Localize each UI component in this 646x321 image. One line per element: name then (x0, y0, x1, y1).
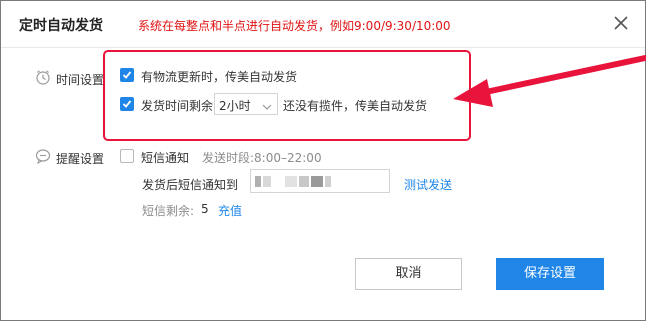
send-period-text: 发送时段:8:00–22:00 (202, 151, 322, 165)
phone-number-input[interactable] (250, 169, 390, 193)
masked-digit (311, 176, 323, 187)
masked-digit (285, 176, 297, 187)
sms-notify-checkbox[interactable] (120, 149, 134, 163)
dialog-title: 定时自动发货 (19, 18, 103, 34)
masked-digit (299, 176, 309, 187)
time-settings-label: 时间设置 (56, 73, 105, 87)
close-icon[interactable] (611, 13, 631, 33)
sms-notify-label: 短信通知 (141, 151, 190, 165)
cancel-button[interactable]: 取消 (355, 258, 462, 290)
recharge-link[interactable]: 充值 (218, 202, 242, 219)
annotation-highlight-box (103, 50, 471, 141)
sms-remaining-label: 短信剩余: (142, 204, 195, 218)
dialog-header: 定时自动发货 系统在每整点和半点进行自动发货，例如9:00/9:30/10:00 (1, 1, 645, 48)
masked-digit (325, 176, 331, 187)
chat-bubble-icon (35, 148, 51, 165)
test-send-link[interactable]: 测试发送 (404, 176, 452, 193)
sms-remaining-count: 5 (201, 202, 209, 216)
stopwatch-icon (35, 69, 51, 85)
reminder-settings-label: 提醒设置 (56, 152, 105, 166)
masked-digit (255, 176, 261, 187)
annotation-arrow-icon (441, 49, 646, 112)
schedule-notice: 系统在每整点和半点进行自动发货，例如9:00/9:30/10:00 (138, 19, 451, 33)
notify-phone-label: 发货后短信通知到 (142, 178, 239, 192)
auto-ship-dialog: 定时自动发货 系统在每整点和半点进行自动发货，例如9:00/9:30/10:00… (0, 0, 646, 321)
save-settings-button[interactable]: 保存设置 (496, 258, 604, 290)
masked-digit (263, 176, 271, 187)
